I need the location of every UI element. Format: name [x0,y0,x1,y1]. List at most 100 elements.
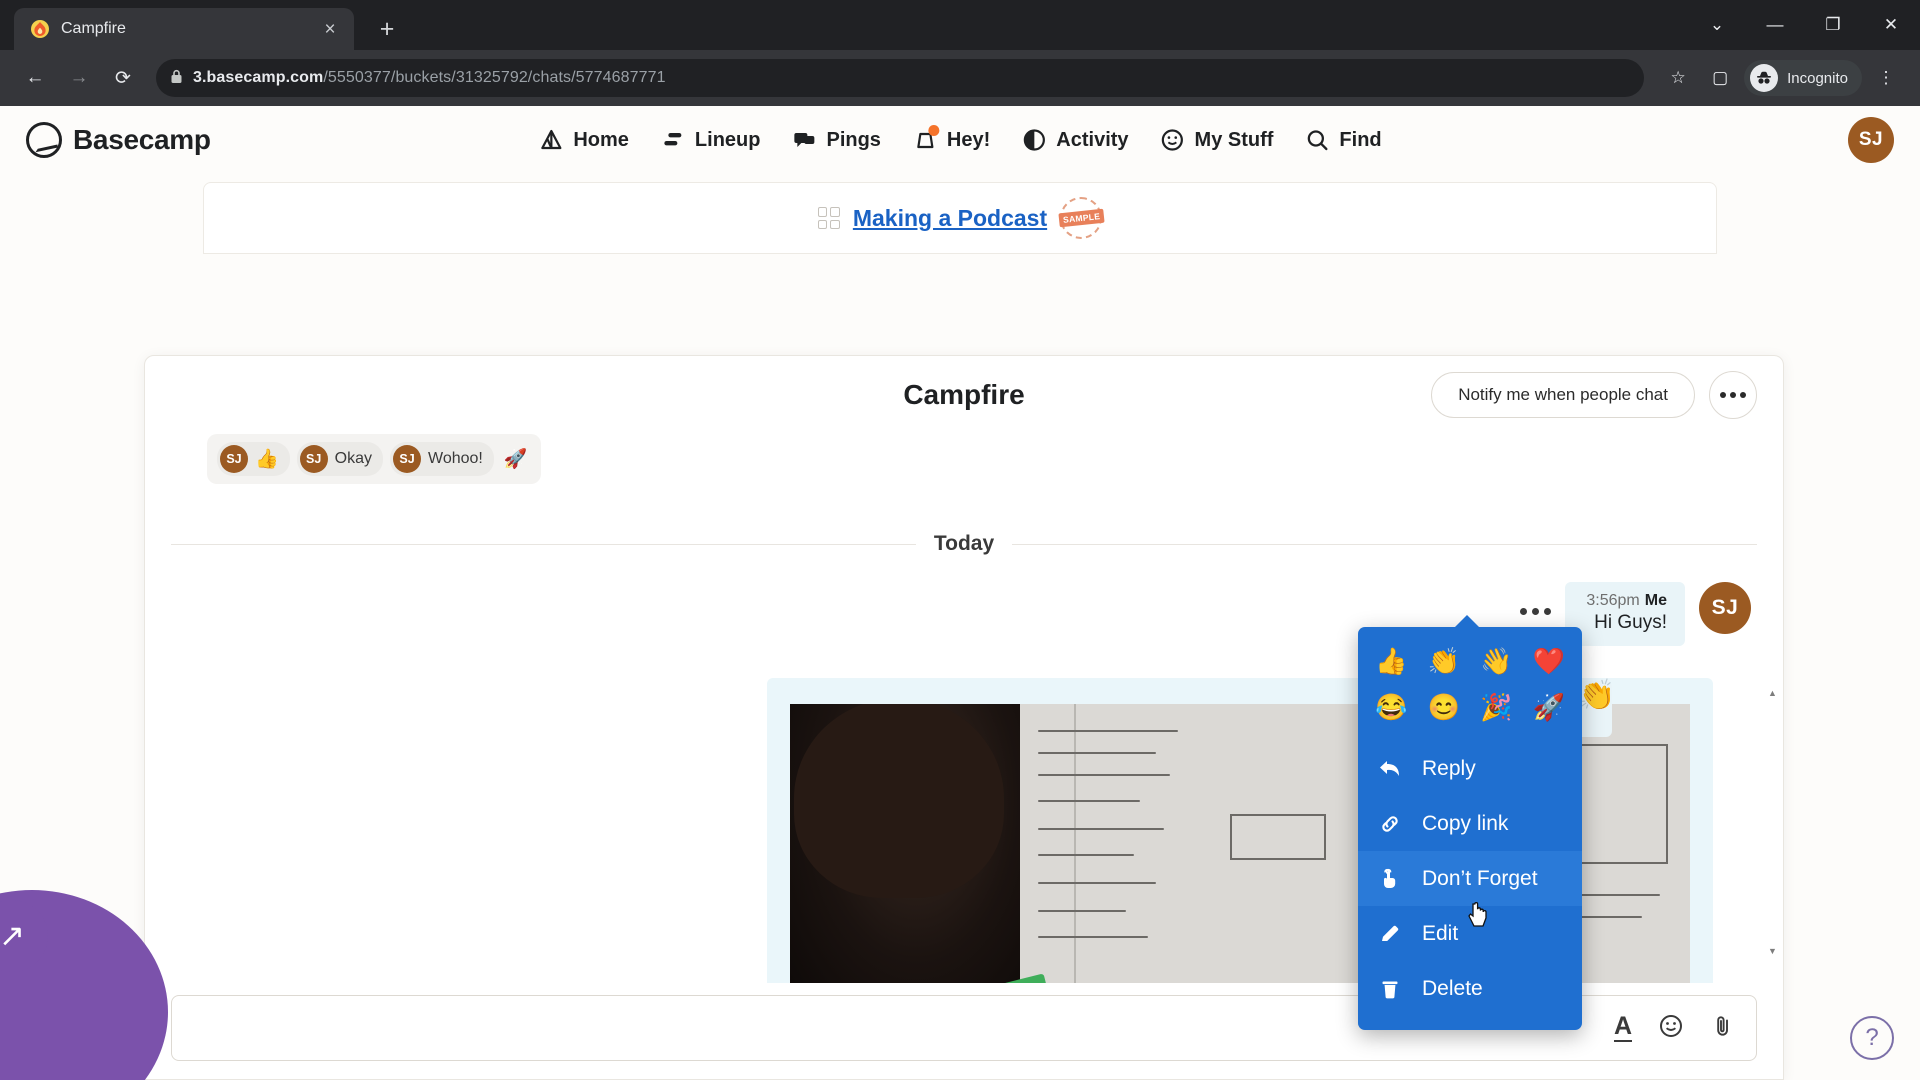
emoji-thumbsup-icon[interactable]: 👍 [1366,639,1417,683]
tab-search-icon[interactable]: ⌄ [1688,0,1746,50]
menu-item-reply[interactable]: Reply [1358,741,1582,796]
nav-item-find[interactable]: Find [1304,127,1382,153]
maximize-button[interactable]: ❐ [1804,0,1862,50]
ellipsis-icon [1740,392,1746,398]
campfire-flame-icon [30,19,50,39]
reaction-pill[interactable]: SJ Wohoo! [390,442,494,476]
reminder-hand-icon [1376,867,1404,891]
browser-chrome: Campfire × + ⌄ — ❐ ✕ ← → ⟳ 3.basecamp.co… [0,0,1920,106]
panel-more-button[interactable] [1709,371,1757,419]
emoji-wave-icon[interactable]: 👋 [1471,639,1522,683]
avatar: SJ [1699,582,1751,634]
window-close-button[interactable]: ✕ [1862,0,1920,50]
nav-item-home[interactable]: Home [538,127,629,153]
reload-button[interactable]: ⟳ [104,59,142,97]
chat-bubbles-icon [791,127,817,153]
breadcrumb: Making a Podcast SAMPLE [203,182,1717,254]
user-avatar[interactable]: SJ [1848,117,1894,163]
browser-tab[interactable]: Campfire × [14,8,354,50]
attachment-icon[interactable] [1710,1013,1736,1044]
avatar: SJ [393,445,422,473]
megaphone-icon [912,125,939,153]
nav-label: Activity [1056,128,1129,151]
reaction-pill[interactable]: 🚀 [501,444,531,474]
incognito-indicator[interactable]: Incognito [1744,60,1862,96]
scroll-down-arrow[interactable]: ▼ [1766,944,1779,957]
notify-me-button[interactable]: Notify me when people chat [1431,372,1695,418]
back-button[interactable]: ← [16,59,54,97]
tent-icon [538,127,564,153]
menu-item-label: Edit [1422,921,1459,945]
new-tab-button[interactable]: + [370,15,404,44]
reaction-text: Wohoo! [428,450,483,467]
nav-item-pings[interactable]: Pings [791,127,881,153]
nav-item-activity[interactable]: Activity [1021,127,1129,153]
emoji-smile-icon[interactable]: 😊 [1419,685,1470,729]
emoji-party-icon[interactable]: 🎉 [1471,685,1522,729]
ellipsis-icon [1520,608,1527,615]
nav-label: My Stuff [1194,128,1274,151]
basecamp-logo[interactable]: Basecamp [26,122,211,158]
promo-expand-button[interactable]: ↗ [0,900,48,972]
ellipsis-icon [1544,608,1551,615]
avatar: SJ [299,445,328,473]
emoji-heart-icon[interactable]: ❤️ [1524,639,1575,683]
reply-arrow-icon [1376,758,1404,780]
url-host: 3.basecamp.com [193,69,324,86]
menu-item-label: Don’t Forget [1422,866,1538,890]
forward-button[interactable]: → [60,59,98,97]
message-menu-trigger[interactable] [1520,608,1551,615]
scroll-up-arrow[interactable]: ▲ [1766,686,1779,699]
panel-actions: Notify me when people chat [1431,371,1757,419]
link-icon [1376,812,1404,836]
divider-line [171,543,916,545]
app-navbar: Basecamp Home Lineup Pings Hey! Activity… [0,106,1920,174]
emoji-clap-icon[interactable]: 👏 [1419,639,1470,683]
close-icon[interactable]: × [318,20,342,39]
nav-item-lineup[interactable]: Lineup [660,127,760,153]
lock-icon [170,69,183,87]
brand-name: Basecamp [73,124,211,155]
address-bar[interactable]: 3.basecamp.com/5550377/buckets/31325792/… [156,59,1645,97]
window-controls: ⌄ — ❐ ✕ [1688,0,1920,50]
lineup-icon [660,127,686,153]
bookmark-star-icon[interactable]: ☆ [1660,60,1696,96]
hair-shape [794,704,1004,898]
grid-icon [817,207,840,229]
menu-item-label: Delete [1422,976,1483,1000]
nav-item-hey[interactable]: Hey! [912,125,990,153]
reaction-pill[interactable]: SJ Okay [296,442,384,476]
nav-label: Home [573,128,629,151]
browser-menu-icon[interactable]: ⋮ [1868,60,1904,96]
person-silhouette [790,704,1020,983]
ellipsis-icon [1730,392,1736,398]
text-format-icon[interactable]: A [1613,1014,1632,1042]
nav-item-my-stuff[interactable]: My Stuff [1160,127,1274,153]
sample-badge-label: SAMPLE [1057,208,1105,228]
reaction-text: Okay [334,450,373,467]
date-divider-label: Today [933,532,995,555]
ellipsis-icon [1720,392,1726,398]
emoji-joy-icon[interactable]: 😂 [1366,685,1417,729]
help-icon[interactable]: ? [1850,1016,1894,1060]
menu-item-copy-link[interactable]: Copy link [1358,796,1582,851]
reaction-pill[interactable]: SJ 👍 [217,442,290,476]
reaction-emoji: 👍 [255,449,279,470]
menu-item-delete[interactable]: Delete [1358,961,1582,1016]
chat-scrollbar[interactable]: ▲ ▼ [1766,686,1779,957]
browser-toolbar: ← → ⟳ 3.basecamp.com/5550377/buckets/313… [0,50,1920,106]
rocket-icon: 🚀 [503,449,528,470]
message-bubble[interactable]: 3:56pm Me Hi Guys! [1565,582,1685,646]
side-panel-icon[interactable]: ▢ [1702,60,1738,96]
reaction-strip: SJ 👍 SJ Okay SJ Wohoo! 🚀 [207,434,541,484]
breadcrumb-project-link[interactable]: Making a Podcast [853,205,1047,232]
menu-item-dont-forget[interactable]: Don’t Forget [1358,851,1582,906]
menu-item-edit[interactable]: Edit [1358,906,1582,961]
menu-item-label: Reply [1422,756,1476,780]
clap-icon[interactable]: 👏 [1578,678,1615,713]
emoji-picker-icon[interactable] [1658,1013,1684,1044]
promo-text: pfire. [0,1067,126,1080]
tab-title: Campfire [61,20,126,37]
minimize-button[interactable]: — [1746,0,1804,50]
emoji-rocket-icon[interactable]: 🚀 [1524,685,1575,729]
